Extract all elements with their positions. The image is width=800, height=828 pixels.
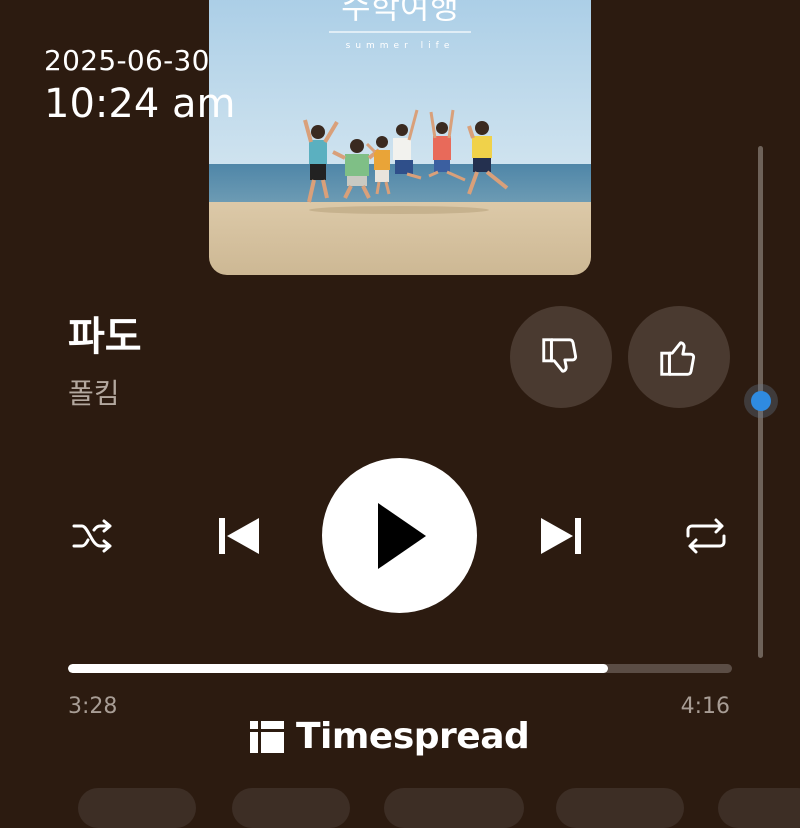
elapsed-time: 3:28: [68, 694, 118, 719]
repeat-icon: [686, 518, 726, 554]
repeat-button[interactable]: [678, 512, 734, 560]
watermark: Timespread: [250, 716, 530, 757]
album-title-text: 수학여행: [341, 0, 459, 26]
play-button[interactable]: [322, 458, 477, 613]
album-art-image: 수학여행 summer life: [209, 0, 591, 275]
skip-previous-icon: [219, 518, 259, 554]
bottom-tab-chip[interactable]: [384, 788, 524, 828]
bottom-tab-chip[interactable]: [232, 788, 350, 828]
bottom-tab-chip[interactable]: [718, 788, 800, 828]
progress-bar-fill: [68, 664, 608, 673]
shuffle-icon: [72, 519, 112, 553]
bottom-tab-chip[interactable]: [78, 788, 196, 828]
time-text: 10:24 am: [44, 81, 236, 127]
like-button[interactable]: [628, 306, 730, 408]
skip-next-icon: [541, 518, 581, 554]
thumbs-down-icon: [542, 338, 578, 373]
album-subtitle-text: summer life: [346, 41, 455, 51]
volume-slider-thumb[interactable]: [751, 391, 771, 411]
watermark-text: Timespread: [296, 716, 530, 757]
song-title: 파도: [68, 314, 142, 360]
datetime: 2025-06-30 10:24 am: [44, 44, 235, 128]
artist-name[interactable]: 폴킴: [68, 374, 120, 414]
thumbs-up-icon: [660, 341, 696, 376]
next-button[interactable]: [532, 510, 592, 562]
album-art: 수학여행 summer life: [209, 0, 591, 275]
dislike-button[interactable]: [510, 306, 612, 408]
date-text: 2025-06-30: [44, 44, 210, 77]
play-icon: [377, 502, 426, 569]
total-duration: 4:16: [680, 694, 730, 719]
shuffle-button[interactable]: [66, 512, 122, 560]
bottom-tab-chip[interactable]: [556, 788, 684, 828]
previous-button[interactable]: [208, 510, 268, 562]
timespread-logo-icon: [250, 720, 284, 753]
progress-bar[interactable]: [68, 664, 732, 673]
